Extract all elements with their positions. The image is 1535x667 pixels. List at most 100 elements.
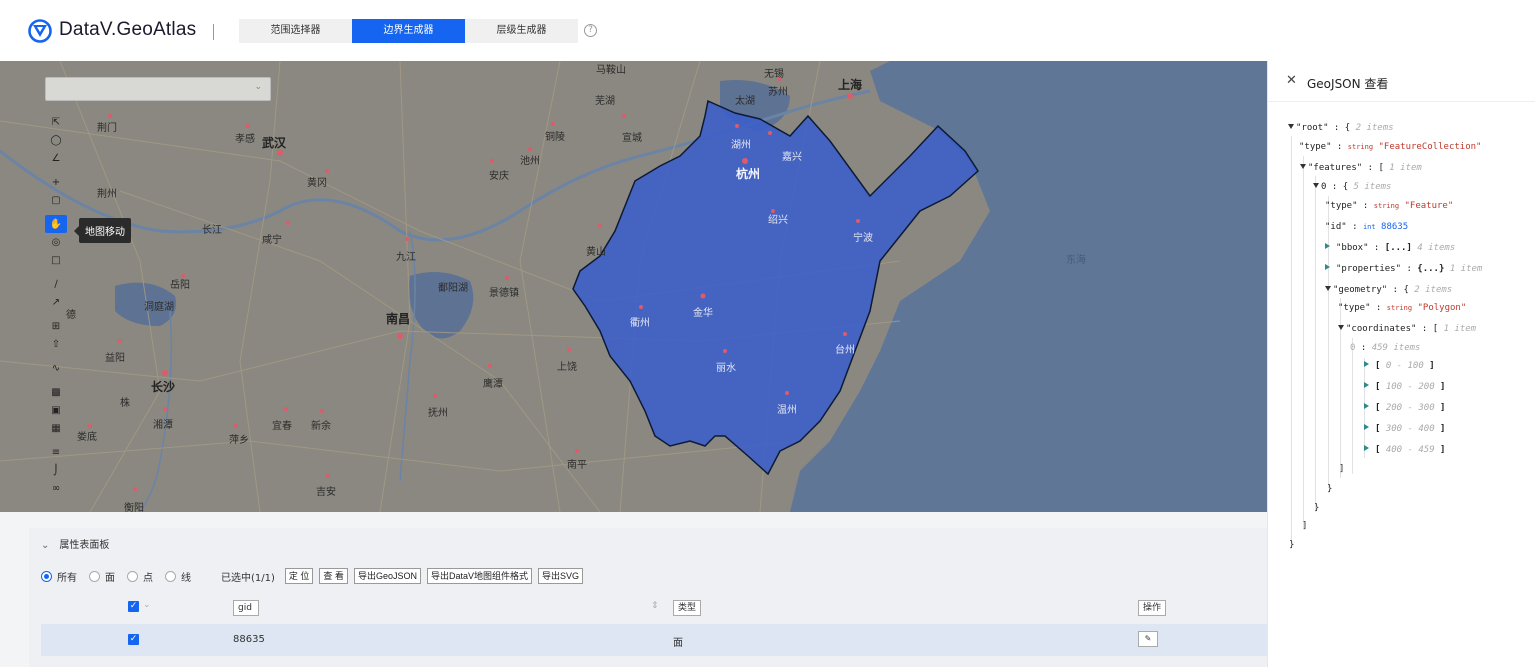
json-line-feature-0[interactable]: 0 : { 5 items <box>1313 182 1391 192</box>
caret-right-icon[interactable] <box>1364 382 1369 388</box>
caret-right-icon[interactable] <box>1364 445 1369 451</box>
caret-down-icon[interactable] <box>1288 124 1294 129</box>
json-line-root[interactable]: "root" : { 2 items <box>1288 123 1394 133</box>
map-label-shaoxing: 绍兴 <box>768 215 788 226</box>
json-sep: : <box>1387 285 1404 295</box>
filter-point-radio[interactable]: 点 <box>127 569 153 584</box>
datav-logo-icon[interactable] <box>28 19 52 43</box>
edit-icon[interactable]: ✎ <box>1138 631 1158 647</box>
close-icon[interactable]: ✕ <box>1286 73 1297 88</box>
json-line-geometry[interactable]: "geometry" : { 2 items <box>1325 285 1452 295</box>
row-checkbox[interactable]: ✓ <box>128 634 139 645</box>
map-label-lishui: 丽水 <box>716 363 736 374</box>
json-range-4[interactable]: [ 400 - 459 ] <box>1364 445 1445 455</box>
export-geojson-button[interactable]: 导出GeoJSON <box>353 568 421 584</box>
json-range-3[interactable]: [ 300 - 400 ] <box>1364 424 1445 434</box>
split-icon[interactable]: ≡ <box>45 443 67 461</box>
brand-name[interactable]: DataV.GeoAtlas <box>59 19 196 41</box>
json-line-geometry-type[interactable]: "type" : string "Polygon" <box>1338 303 1466 313</box>
json-range-2[interactable]: [ 200 - 300 ] <box>1364 403 1445 413</box>
caret-right-icon[interactable] <box>1364 361 1369 367</box>
zoom-in-icon[interactable]: + <box>45 173 67 191</box>
json-line-properties[interactable]: "properties" : {...} 1 item <box>1325 264 1482 274</box>
map-label-zhu: 株 <box>120 398 130 409</box>
question-circle-icon[interactable]: ? <box>584 24 597 37</box>
select-all-checkbox[interactable]: ✓ <box>128 601 139 612</box>
caret-right-icon[interactable] <box>1364 403 1369 409</box>
caret-down-icon[interactable] <box>1300 164 1306 169</box>
json-line-coordinates[interactable]: "coordinates" : [ 1 item <box>1338 324 1476 334</box>
caret-right-icon[interactable] <box>1364 424 1369 430</box>
filter-all-radio[interactable]: 所有 <box>41 569 77 584</box>
map-label-maanshan: 马鞍山 <box>596 65 626 76</box>
json-line-feature-type[interactable]: "type" : string "Feature" <box>1325 201 1453 211</box>
select-polygon-icon[interactable]: ∠ <box>45 149 67 167</box>
panel-filter-bar: 所有 面 点 线 已选中(1/1) 定 位 查 看 导出GeoJSON 导出Da… <box>41 568 583 584</box>
caret-down-icon[interactable] <box>1338 325 1344 330</box>
fit-view-icon[interactable]: ▢ <box>45 191 67 209</box>
polygon-tool-icon[interactable]: □ <box>45 251 67 269</box>
map-label-taihu: 太湖 <box>735 96 755 107</box>
json-line-features[interactable]: "features" : [ 1 item <box>1300 163 1422 173</box>
json-sep: : <box>1328 123 1345 133</box>
crop-icon[interactable]: ⌡ <box>45 461 67 479</box>
map-canvas[interactable]: 武汉 南昌 长沙 杭州 上海 荆门 孝感 黄冈 荆州 咸宁 长江 九江 岳阳 洞… <box>0 61 1267 512</box>
map-label-nanping: 南平 <box>567 460 587 471</box>
chevron-down-icon[interactable]: ⌄ <box>41 540 49 551</box>
link-icon[interactable]: ∞ <box>45 479 67 497</box>
mode-tabs: 范围选择器 边界生成器 层级生成器 <box>239 19 578 43</box>
geojson-panel-header: ✕ GeoJSON 查看 <box>1268 61 1535 102</box>
union-icon[interactable]: ▩ <box>45 383 67 401</box>
caret-right-icon[interactable] <box>1325 243 1330 249</box>
filter-all-label: 所有 <box>57 572 77 584</box>
json-line-bbox[interactable]: "bbox" : [...] 4 items <box>1325 243 1455 253</box>
json-line-ring-0[interactable]: 0 : 459 items <box>1350 343 1420 353</box>
chart-line-icon[interactable]: ∿ <box>45 359 67 377</box>
map-label-huzhou: 湖州 <box>731 140 751 151</box>
json-type: string <box>1386 304 1413 312</box>
filter-polygon-radio[interactable]: 面 <box>89 569 115 584</box>
export-svg-button[interactable]: 导出SVG <box>537 568 583 584</box>
tab-level-generator[interactable]: 层级生成器 <box>465 19 578 43</box>
line-tool-icon[interactable]: ∕ <box>45 275 67 293</box>
select-circle-icon[interactable]: ◯ <box>45 131 67 149</box>
pan-hand-icon[interactable]: ✋ <box>45 215 67 233</box>
export-icon[interactable]: ⇧ <box>45 335 67 353</box>
map-label-jingzhou: 荆州 <box>97 189 117 200</box>
map-label-xiangtan: 湘潭 <box>153 420 173 431</box>
difference-icon[interactable]: ▦ <box>45 419 67 437</box>
select-box-icon[interactable]: ⇱ <box>45 113 67 131</box>
column-header-gid[interactable]: gid <box>233 600 259 616</box>
caret-down-icon[interactable] <box>1325 286 1331 291</box>
tab-range-selector[interactable]: 范围选择器 <box>239 19 352 43</box>
chevron-down-icon[interactable]: ⌄ <box>143 600 151 610</box>
drag-point-icon[interactable]: ◎ <box>45 233 67 251</box>
tab-boundary-generator[interactable]: 边界生成器 <box>352 19 465 43</box>
table-header: ✓ ⌄ gid ⇕ 类型 操作 <box>41 598 1267 618</box>
panel-title: 属性表面板 <box>59 540 110 551</box>
ruler-icon[interactable]: ↗ <box>45 293 67 311</box>
table-row[interactable]: ✓ 88635 面 ✎ <box>41 624 1267 656</box>
json-range-0[interactable]: [ 0 - 100 ] <box>1364 361 1435 371</box>
filter-line-radio[interactable]: 线 <box>165 569 191 584</box>
column-header-type[interactable]: 类型 <box>673 600 702 616</box>
json-range-1[interactable]: [ 100 - 200 ] <box>1364 382 1445 392</box>
filter-polygon-label: 面 <box>105 572 115 584</box>
locate-button[interactable]: 定 位 <box>284 568 314 584</box>
radio-dot <box>127 570 138 582</box>
intersect-icon[interactable]: ▣ <box>45 401 67 419</box>
json-line-type[interactable]: "type" : string "FeatureCollection" <box>1299 142 1481 152</box>
json-type: string <box>1347 143 1374 151</box>
import-icon[interactable]: ⊞ <box>45 317 67 335</box>
caret-right-icon[interactable] <box>1325 264 1330 270</box>
map-label-taizhou: 台州 <box>835 345 855 356</box>
region-select[interactable]: ⌄ <box>45 77 271 101</box>
caret-down-icon[interactable] <box>1313 183 1319 188</box>
json-sep: : <box>1368 243 1385 253</box>
sort-icon[interactable]: ⇕ <box>651 601 659 611</box>
export-datav-button[interactable]: 导出DataV地图组件格式 <box>426 568 532 584</box>
json-line-id[interactable]: "id" : int 88635 <box>1325 222 1408 232</box>
map-label-jinhua: 金华 <box>693 308 713 319</box>
panel-header[interactable]: ⌄ 属性表面板 <box>41 536 109 551</box>
view-button[interactable]: 查 看 <box>319 568 348 584</box>
